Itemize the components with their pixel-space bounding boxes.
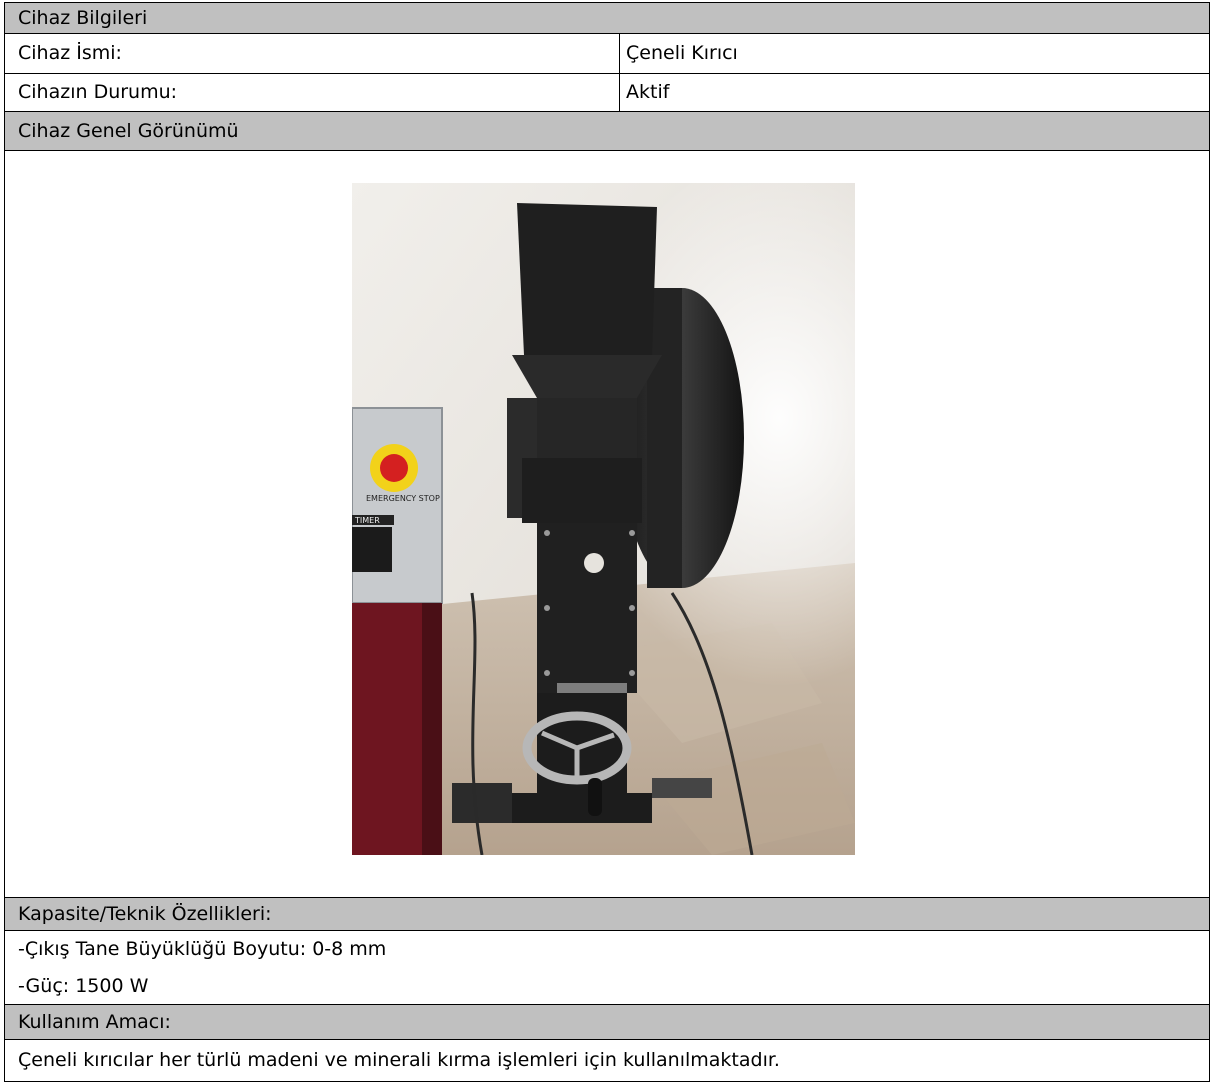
spec-line-row: -Çıkış Tane Büyüklüğü Boyutu: 0-8 mm — [5, 931, 1209, 968]
header-row: Cihaz Bilgileri — [5, 3, 1209, 34]
specs-heading-row: Kapasite/Teknik Özellikleri: — [5, 898, 1209, 931]
spec-line-row: -Güç: 1500 W — [5, 968, 1209, 1005]
timer-label: TIMER — [354, 516, 380, 525]
device-status-label: Cihazın Durumu: — [5, 74, 620, 111]
spec-line-size: -Çıkış Tane Büyüklüğü Boyutu: 0-8 mm — [18, 938, 387, 960]
usage-heading: Kullanım Amacı: — [18, 1010, 171, 1033]
usage-heading-row: Kullanım Amacı: — [5, 1005, 1209, 1040]
usage-text: Çeneli kırıcılar her türlü madeni ve min… — [18, 1048, 780, 1071]
jaw-crusher-photo: EMERGENCY STOP TIMER — [352, 183, 855, 855]
device-photo: EMERGENCY STOP TIMER — [352, 183, 855, 855]
overview-heading-row: Cihaz Genel Görünümü — [5, 112, 1209, 151]
device-name-row: Cihaz İsmi: Çeneli Kırıcı — [5, 34, 1209, 74]
usage-text-row: Çeneli kırıcılar her türlü madeni ve min… — [5, 1040, 1209, 1080]
device-name-label: Cihaz İsmi: — [5, 34, 620, 73]
overview-heading: Cihaz Genel Görünümü — [18, 119, 239, 142]
device-status-value: Aktif — [626, 81, 670, 103]
specs-heading: Kapasite/Teknik Özellikleri: — [18, 902, 272, 925]
spec-line-power: -Güç: 1500 W — [18, 974, 149, 997]
sheet-title: Cihaz Bilgileri — [18, 6, 148, 29]
device-name-value: Çeneli Kırıcı — [626, 42, 738, 64]
device-status-row: Cihazın Durumu: Aktif — [5, 74, 1209, 112]
emergency-stop-text: EMERGENCY STOP — [366, 494, 440, 503]
